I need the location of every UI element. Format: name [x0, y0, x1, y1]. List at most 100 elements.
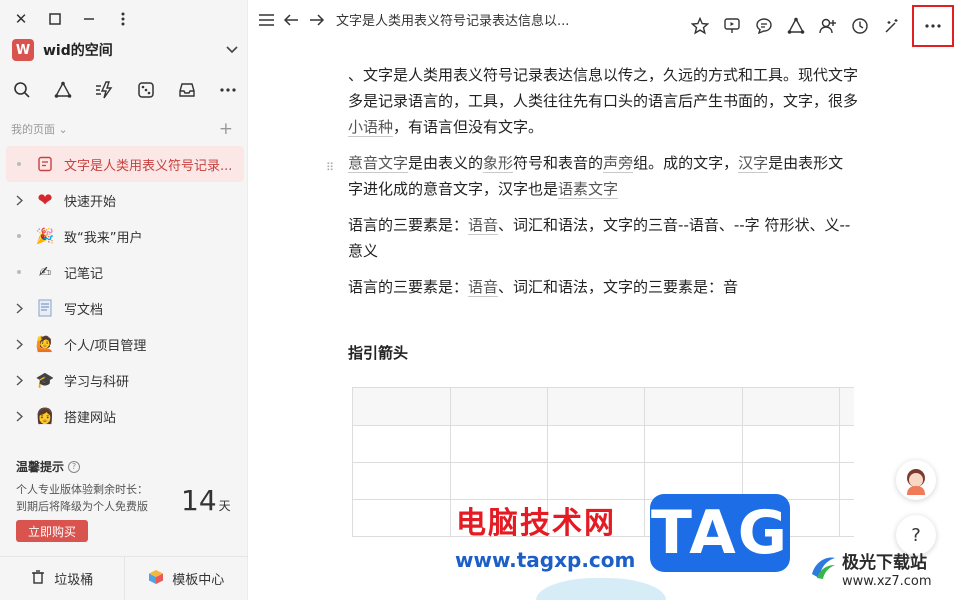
- watermark-aurora-logo: 极光下载站 www.xz7.com: [808, 548, 956, 596]
- page-tree: 文字是人类用表义符号记录... ❤ 快速开始 🎉 致“我来”用户 ✍ 记笔记 写文档 🙋 个人/项…: [6, 146, 244, 446]
- buy-now-button[interactable]: 立即购买: [16, 520, 88, 542]
- table-cell[interactable]: [353, 499, 451, 537]
- link-shengpang[interactable]: 声旁: [603, 154, 634, 173]
- table-cell[interactable]: [839, 425, 854, 463]
- star-icon[interactable]: [688, 11, 712, 41]
- table-cell[interactable]: [353, 425, 451, 463]
- forward-arrow-icon[interactable]: [308, 11, 324, 29]
- sidebar-page-item[interactable]: 文字是人类用表义符号记录...: [6, 146, 244, 182]
- sidebar-page-item[interactable]: 🎉 致“我来”用户: [6, 218, 244, 254]
- history-icon[interactable]: [848, 11, 872, 41]
- document-icon: [34, 298, 56, 318]
- graph-icon[interactable]: [53, 80, 73, 100]
- sidebar-page-item[interactable]: ❤ 快速开始: [6, 182, 244, 218]
- sidebar: ✕ W wid的空间 我的页面 ⌄ + 文字是人类用表义符号记录... ❤ 快速…: [0, 0, 248, 600]
- aurora-logo-icon: [812, 557, 835, 579]
- space-avatar: W: [12, 39, 34, 61]
- dice-icon[interactable]: [136, 80, 156, 100]
- writing-hand-icon: ✍: [38, 263, 52, 281]
- chevron-down-icon: [226, 44, 238, 57]
- space-name: wid的空间: [43, 43, 113, 59]
- section-label[interactable]: 我的页面 ⌄: [11, 121, 68, 137]
- link-yiyinwenzi[interactable]: 意音文字: [348, 154, 409, 173]
- link-yusuwenzi[interactable]: 语素文字: [558, 180, 619, 199]
- more-horizontal-icon[interactable]: [912, 5, 954, 47]
- hamburger-icon[interactable]: [258, 11, 274, 29]
- paragraph-1[interactable]: 、文字是人类用表义符号记录表达信息以传之，久远的方式和工具。现代文字多是记录语言…: [348, 62, 858, 140]
- paragraph-4[interactable]: 语言的三要素是：语音、词汇和语法，文字的三要素是：音: [348, 274, 858, 300]
- link-hanzi[interactable]: 汉字: [738, 154, 769, 173]
- template-center-button[interactable]: 模板中心: [123, 557, 249, 600]
- paragraph-3[interactable]: 语言的三要素是：语音、词汇和语法，文字的三音--语音、--字 符形状、义--意义: [348, 212, 858, 264]
- table-cell[interactable]: [450, 425, 549, 463]
- bullet-dot: [12, 270, 26, 274]
- trash-icon: [30, 569, 46, 589]
- graph-icon[interactable]: [784, 11, 808, 41]
- table-cell[interactable]: [742, 425, 840, 463]
- link-yuyin-2[interactable]: 语音: [468, 278, 499, 297]
- bullet-dot: [12, 162, 26, 166]
- table-cell[interactable]: [839, 462, 854, 500]
- table-cell[interactable]: [353, 388, 451, 426]
- link-yuyin[interactable]: 语音: [468, 216, 499, 235]
- table-cell[interactable]: [644, 425, 743, 463]
- flash-icon[interactable]: [94, 80, 114, 100]
- trash-button[interactable]: 垃圾桶: [0, 557, 124, 600]
- table-cell[interactable]: [547, 462, 646, 500]
- assistant-avatar[interactable]: [896, 460, 936, 500]
- chevron-right-icon[interactable]: [12, 338, 26, 350]
- sidebar-page-item[interactable]: ✍ 记笔记: [6, 254, 244, 290]
- inbox-icon[interactable]: [177, 80, 197, 100]
- present-icon[interactable]: [720, 11, 744, 41]
- minimize-icon[interactable]: [82, 10, 96, 28]
- add-user-icon[interactable]: [816, 11, 840, 41]
- table-cell[interactable]: [450, 388, 549, 426]
- menu-vertical-icon[interactable]: [116, 10, 130, 28]
- section-heading[interactable]: 指引箭头: [348, 342, 858, 363]
- space-switcher[interactable]: W wid的空间: [12, 38, 238, 62]
- sidebar-page-label: 快速开始: [64, 194, 117, 210]
- window-controls: ✕: [14, 10, 130, 28]
- doc-icon: [34, 154, 56, 174]
- add-page-icon[interactable]: +: [219, 121, 233, 138]
- help-circle-icon[interactable]: ?: [68, 460, 81, 473]
- sidebar-page-item[interactable]: 👩 搭建网站: [6, 398, 244, 434]
- sidebar-page-item[interactable]: 写文档: [6, 290, 244, 326]
- close-icon[interactable]: ✕: [14, 10, 28, 28]
- chevron-right-icon[interactable]: [12, 410, 26, 422]
- sidebar-page-label: 学习与科研: [64, 374, 130, 390]
- search-icon[interactable]: [12, 80, 32, 100]
- chevron-right-icon[interactable]: [12, 194, 26, 206]
- trial-tip: 温馨提示 ? 个人专业版体验剩余时长： 到期后将降级为个人免费版 14 天 立即…: [16, 458, 236, 542]
- table-cell[interactable]: [839, 388, 854, 426]
- link-xiaoyuzhong[interactable]: 小语种: [348, 118, 394, 137]
- drag-handle-icon[interactable]: ⠿: [326, 155, 334, 181]
- sidebar-page-label: 致“我来”用户: [64, 230, 143, 246]
- tip-title: 温馨提示 ?: [16, 458, 236, 475]
- table-cell[interactable]: [644, 388, 743, 426]
- table-cell[interactable]: [547, 388, 646, 426]
- sidebar-page-item[interactable]: 🎓 学习与科研: [6, 362, 244, 398]
- table-cell[interactable]: [839, 499, 854, 537]
- table-cell[interactable]: [547, 425, 646, 463]
- bullet-dot: [12, 234, 26, 238]
- maximize-icon[interactable]: [48, 10, 62, 28]
- table-cell[interactable]: [742, 388, 840, 426]
- link-xiangxing[interactable]: 象形: [483, 154, 514, 173]
- sidebar-page-item[interactable]: 🙋 个人/项目管理: [6, 326, 244, 362]
- more-icon[interactable]: [218, 80, 238, 100]
- document-body[interactable]: 、文字是人类用表义符号记录表达信息以传之，久远的方式和工具。现代文字多是记录语言…: [326, 62, 858, 363]
- chevron-right-icon[interactable]: [12, 374, 26, 386]
- sidebar-page-label: 搭建网站: [64, 410, 117, 426]
- person-desk-icon: 👩: [35, 407, 55, 425]
- paragraph-2[interactable]: ⠿ 意音文字是由表义的象形符号和表音的声旁组。成的文字，汉字是由表形文字进化成的意…: [326, 150, 858, 202]
- ai-magic-icon[interactable]: [880, 11, 904, 41]
- graduation-cap-icon: 🎓: [35, 371, 55, 389]
- comment-icon[interactable]: [752, 11, 776, 41]
- chevron-right-icon[interactable]: [12, 302, 26, 314]
- table-cell[interactable]: [353, 462, 451, 500]
- back-arrow-icon[interactable]: [283, 11, 299, 29]
- sidebar-page-label: 个人/项目管理: [64, 338, 147, 354]
- table-cell[interactable]: [450, 462, 549, 500]
- doc-breadcrumb-title[interactable]: 文字是人类用表义符号记录表达信息以...: [336, 10, 569, 29]
